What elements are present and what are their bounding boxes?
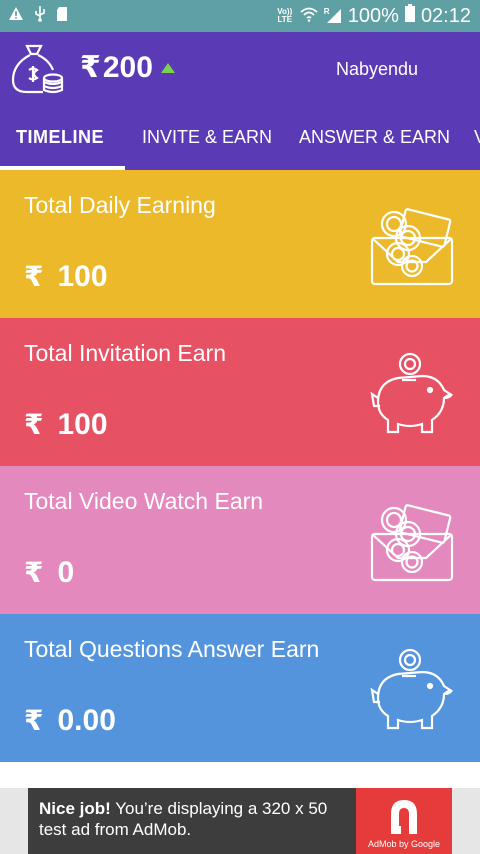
clock: 02:12 xyxy=(420,4,471,27)
card-amount-value: 100 xyxy=(57,260,108,293)
ad-banner-container: Nice job! You’re displaying a 320 x 50 t… xyxy=(0,788,480,854)
signal-icon: R xyxy=(324,8,342,24)
card-amount: ₹ 100 xyxy=(24,260,108,294)
card-currency: ₹ xyxy=(24,261,44,292)
tab-bar: TIMELINE INVITE & EARN ANSWER & EARN V xyxy=(0,106,480,170)
card-amount-value: 0 xyxy=(57,556,75,589)
card-currency: ₹ xyxy=(24,409,44,440)
balance-currency: ₹ xyxy=(80,51,101,84)
card-amount: ₹ 0 xyxy=(24,556,74,590)
network-label: Vo)) LTE xyxy=(277,7,293,24)
card-title: Total Video Watch Earn xyxy=(24,488,264,514)
ad-text: Nice job! You’re displaying a 320 x 50 t… xyxy=(39,798,339,840)
ad-banner[interactable]: Nice job! You’re displaying a 320 x 50 t… xyxy=(28,788,452,854)
card-title: Total Questions Answer Earn xyxy=(24,636,320,662)
card-title: Total Daily Earning xyxy=(24,192,216,218)
tab-video-partial[interactable]: V xyxy=(474,106,480,170)
sd-card-icon xyxy=(56,6,68,27)
admob-caption: AdMob by Google xyxy=(367,839,441,849)
card-currency: ₹ xyxy=(24,557,44,588)
wifi-icon xyxy=(300,5,318,28)
money-bag-logo-icon xyxy=(7,40,65,98)
ad-headline: Nice job! xyxy=(39,799,111,818)
card-daily-earning[interactable]: Total Daily Earning ₹ 100 xyxy=(0,170,480,318)
username[interactable]: Nabyendu xyxy=(336,59,418,80)
card-amount: ₹ 100 xyxy=(24,408,108,442)
money-icon xyxy=(368,500,456,586)
card-title: Total Invitation Earn xyxy=(24,340,227,366)
balance-value: 200 xyxy=(102,50,153,84)
admob-logo: AdMob by Google xyxy=(356,788,452,854)
app-header: ₹ 200 Nabyendu xyxy=(0,32,480,106)
card-amount-value: 0.00 xyxy=(57,704,116,737)
up-arrow-icon xyxy=(160,62,175,73)
card-video-watch-earn[interactable]: Total Video Watch Earn ₹ 0 xyxy=(0,466,480,614)
warning-icon xyxy=(8,6,24,26)
card-amount-value: 100 xyxy=(57,408,108,441)
card-currency: ₹ xyxy=(24,705,44,736)
battery-icon xyxy=(404,4,415,28)
battery-percent: 100% xyxy=(347,4,399,27)
card-invitation-earn[interactable]: Total Invitation Earn ₹ 100 xyxy=(0,318,480,466)
piggy-bank-icon xyxy=(368,648,456,734)
card-questions-answer-earn[interactable]: Total Questions Answer Earn ₹ 0.00 xyxy=(0,614,480,762)
money-icon xyxy=(368,204,456,290)
wallet-balance: ₹ 200 xyxy=(80,50,175,85)
tab-answer-earn[interactable]: ANSWER & EARN xyxy=(299,106,450,170)
piggy-bank-icon xyxy=(368,352,456,438)
tab-invite-earn[interactable]: INVITE & EARN xyxy=(142,106,272,170)
usb-icon xyxy=(34,5,46,27)
tab-timeline[interactable]: TIMELINE xyxy=(16,106,104,170)
status-bar: Vo)) LTE R 100% 02:12 xyxy=(0,0,480,32)
card-amount: ₹ 0.00 xyxy=(24,704,116,738)
